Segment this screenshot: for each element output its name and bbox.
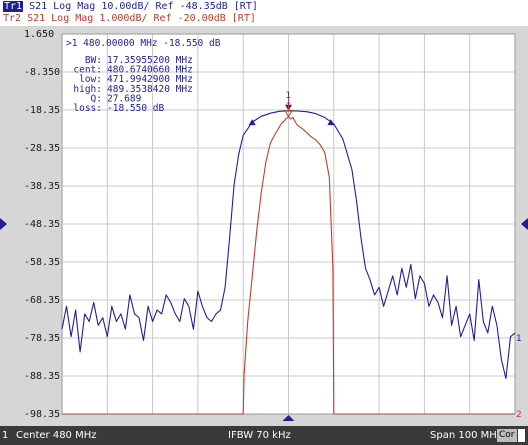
trace1-settings: S21 Log Mag 10.00dB/ Ref -48.35dB [RT] xyxy=(23,1,258,12)
trace1-legend[interactable]: Tr1 S21 Log Mag 10.00dB/ Ref -48.35dB [R… xyxy=(3,1,258,13)
y-tick-label: -98.35 xyxy=(24,409,60,420)
y-tick-label: -18.35 xyxy=(24,105,60,116)
y-tick-label: -8.350 xyxy=(24,67,60,78)
y-tick-label: -68.35 xyxy=(24,295,60,306)
y-tick-label: -28.35 xyxy=(24,143,60,154)
y-tick-label: -88.35 xyxy=(24,371,60,382)
ifbw-setting[interactable]: IFBW 70 kHz xyxy=(228,426,291,445)
trace1-tag[interactable]: Tr1 xyxy=(3,1,24,12)
y-tick-label: -38.35 xyxy=(24,181,60,192)
trace2-legend[interactable]: Tr2 S21 Log Mag 1.000dB/ Ref -20.00dB [R… xyxy=(3,13,256,25)
readout-header: >1 480.00000 MHz -18.550 dB xyxy=(66,38,221,49)
center-frequency[interactable]: Center 480 MHz xyxy=(16,426,97,445)
y-tick-label: -78.35 xyxy=(24,333,60,344)
trace2-marker-label: 1 xyxy=(286,97,292,107)
channel-number[interactable]: 1 xyxy=(2,426,8,445)
y-tick-label: 1.650 xyxy=(24,29,54,40)
trace2-settings: Tr2 S21 Log Mag 1.000dB/ Ref -20.00dB [R… xyxy=(3,13,256,24)
status-bar: 1 Center 480 MHz IFBW 70 kHz Span 100 MH… xyxy=(0,426,528,445)
plot-area[interactable]: 1.650 -8.350 -18.35 -28.35 -38.35 -48.35 -58.3… xyxy=(0,26,528,426)
readout-value: -18.550 dB xyxy=(107,103,164,114)
trace1-end-label: 1 xyxy=(516,334,522,344)
span-setting[interactable]: Span 100 MHz xyxy=(430,426,502,445)
trace-legend: Tr1 S21 Log Mag 10.00dB/ Ref -48.35dB [R… xyxy=(0,0,528,26)
status-end-block xyxy=(518,429,525,442)
correction-badge[interactable]: Cor xyxy=(497,429,517,442)
trace2-end-label: 2 xyxy=(516,410,522,420)
readout-label: loss: xyxy=(73,103,102,114)
y-tick-label: -48.35 xyxy=(24,219,60,230)
y-tick-label: -58.35 xyxy=(24,257,60,268)
